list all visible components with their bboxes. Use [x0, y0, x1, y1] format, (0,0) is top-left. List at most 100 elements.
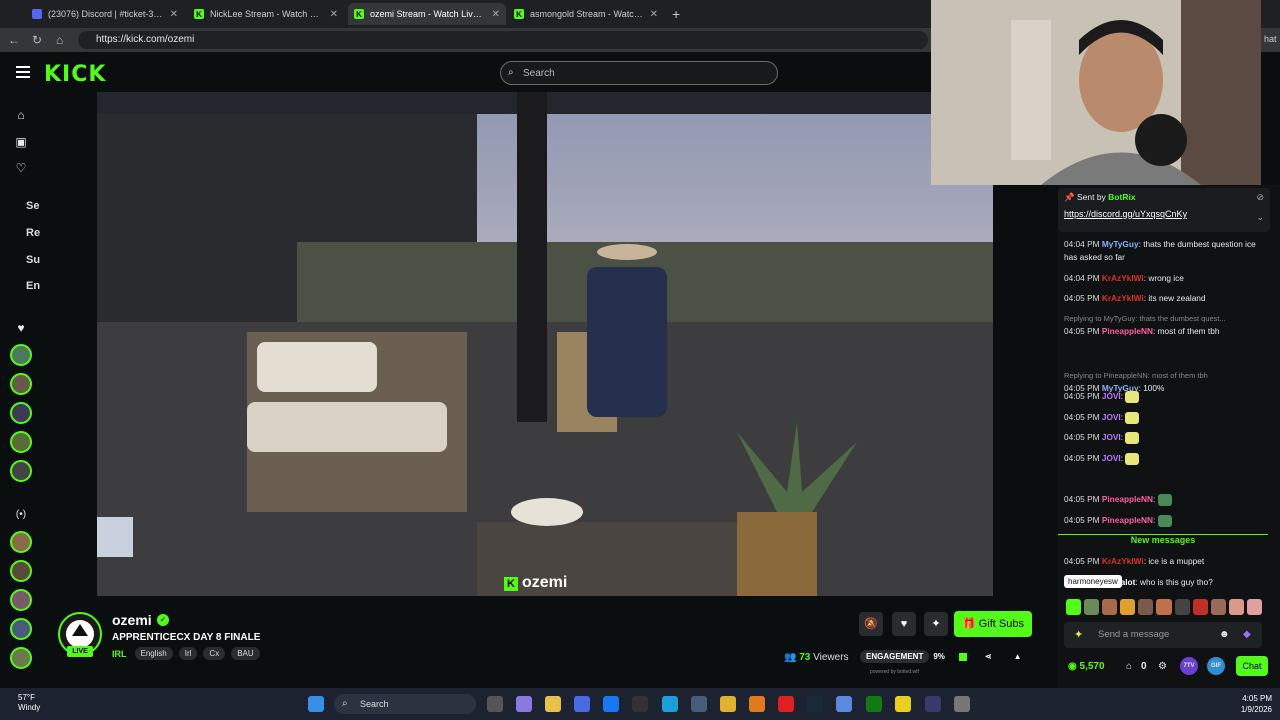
home-icon[interactable]: ⌂	[14, 108, 28, 122]
back-icon[interactable]: ←	[8, 33, 20, 47]
gif-button[interactable]: GIF	[1207, 657, 1225, 675]
facebook-icon[interactable]	[603, 696, 619, 712]
url-field[interactable]: https://kick.com/ozemi	[78, 31, 928, 49]
chat-emote-icon[interactable]	[1157, 493, 1172, 506]
chat-emote-icon[interactable]	[1125, 390, 1140, 403]
emote-icon[interactable]	[1246, 599, 1263, 615]
followed-channel-avatar[interactable]	[10, 402, 32, 424]
close-tab-icon[interactable]: ✕	[492, 9, 500, 20]
emoji-icon[interactable]: ☻	[1219, 629, 1230, 640]
xbox-icon[interactable]	[866, 696, 882, 712]
tab-asmongold[interactable]: K asmongold Stream - Watch Li ✕	[508, 3, 664, 25]
edge-icon[interactable]	[662, 696, 678, 712]
menu-icon[interactable]	[16, 66, 30, 81]
channel-points[interactable]: ◉ 5,570	[1068, 661, 1105, 672]
report-icon[interactable]: ▲	[1014, 652, 1022, 661]
tag[interactable]: Cx	[203, 647, 226, 660]
message-username[interactable]: KrAzYkIWi	[1102, 273, 1144, 283]
emote-icon[interactable]	[1138, 599, 1154, 615]
chat-send-button[interactable]: Chat	[1236, 656, 1268, 676]
close-tab-icon[interactable]: ✕	[330, 9, 338, 20]
emote-icon[interactable]	[1228, 599, 1244, 615]
pinned-link[interactable]: https://discord.gg/uYxqsqCnKy	[1064, 209, 1187, 219]
chat-emote-icon[interactable]	[1125, 411, 1140, 424]
reload-icon[interactable]: ↻	[32, 33, 42, 47]
obs-icon[interactable]	[925, 696, 941, 712]
amazon-icon[interactable]	[632, 696, 648, 712]
message-username[interactable]: KrAzYkIWi	[1102, 556, 1144, 566]
chat-emote-icon[interactable]	[1125, 431, 1140, 444]
chevron-down-icon[interactable]: ⌄	[1256, 212, 1264, 223]
tab-discord[interactable]: (23076) Discord | #ticket-3955 | K ✕	[26, 3, 184, 25]
message-username[interactable]: JOVI	[1102, 412, 1121, 422]
new-messages-divider[interactable]: New messages	[1058, 534, 1268, 547]
emote-icon[interactable]	[1084, 599, 1100, 615]
emote-icon[interactable]	[1156, 599, 1172, 615]
sidebar-item-label[interactable]: Re	[26, 227, 40, 239]
followed-channel-avatar[interactable]	[10, 373, 32, 395]
emote-icon[interactable]	[1210, 599, 1226, 615]
tag[interactable]: BAU	[231, 647, 260, 660]
settings-gear-icon[interactable]: ⚙	[1158, 661, 1167, 672]
followed-channel-avatar[interactable]	[10, 431, 32, 453]
new-tab-button[interactable]: +	[672, 6, 680, 22]
recommended-channel-avatar[interactable]	[10, 531, 32, 553]
vlc-icon[interactable]	[749, 696, 765, 712]
notifications-off-button[interactable]: 🔕	[859, 612, 883, 636]
clip-button[interactable]: ✦	[924, 612, 948, 636]
kick-logo[interactable]: KICK	[44, 62, 106, 87]
recommended-channel-avatar[interactable]	[10, 647, 32, 669]
chrome-icon[interactable]	[720, 696, 736, 712]
browse-icon[interactable]: ▣	[14, 135, 28, 149]
windows-start-icon[interactable]	[308, 696, 324, 712]
sidebar-item-label[interactable]: En	[26, 280, 40, 292]
message-username[interactable]: JOVI	[1102, 453, 1121, 463]
hide-pin-icon[interactable]: ⊘	[1256, 192, 1264, 203]
weather-widget[interactable]: 57°F Windy	[18, 693, 40, 713]
emote-icon[interactable]	[1120, 599, 1136, 615]
notes-icon[interactable]	[895, 696, 911, 712]
recommended-channel-avatar[interactable]	[10, 618, 32, 640]
message-username[interactable]: JOVI	[1102, 391, 1121, 401]
taskbar-clock[interactable]: 4:05 PM 1/9/2026	[1228, 693, 1272, 715]
calculator-icon[interactable]	[691, 696, 707, 712]
task-view-icon[interactable]	[487, 696, 503, 712]
share-icon[interactable]: ⋖	[985, 652, 992, 661]
taskbar-search[interactable]: Search	[334, 694, 476, 714]
message-username[interactable]: PineappleNN	[1102, 326, 1153, 336]
category-link[interactable]: IRL	[112, 649, 127, 659]
7tv-button[interactable]: 7TV	[1180, 657, 1198, 675]
followed-channel-avatar[interactable]	[10, 460, 32, 482]
app-icon[interactable]	[836, 696, 852, 712]
chat-emote-icon[interactable]	[1157, 514, 1172, 527]
tag[interactable]: Irl	[178, 647, 198, 660]
chat-emote-icon[interactable]	[1125, 452, 1140, 465]
emote-icon[interactable]	[1102, 599, 1118, 615]
steam-icon[interactable]	[807, 696, 823, 712]
message-username[interactable]: PineappleNN	[1102, 515, 1153, 525]
tab-ozemi[interactable]: K ozemi Stream - Watch Live on ✕	[348, 3, 506, 25]
recommended-channel-avatar[interactable]	[10, 589, 32, 611]
tag[interactable]: English	[134, 647, 173, 660]
tab-nicklee[interactable]: K NickLee Stream - Watch Live o ✕	[188, 3, 344, 25]
emote-icon[interactable]	[1174, 599, 1190, 615]
pinned-user[interactable]: BotRix	[1108, 192, 1135, 202]
reply-context[interactable]: Replying to PineappleNN: most of them tb…	[1064, 369, 1264, 382]
search-input[interactable]: Search	[500, 61, 778, 85]
close-tab-icon[interactable]: ✕	[170, 9, 178, 20]
message-username[interactable]: MyTyGuy	[1102, 239, 1139, 249]
youtube-icon[interactable]	[778, 696, 794, 712]
file-explorer-icon[interactable]	[545, 696, 561, 712]
emote-icon[interactable]	[1192, 599, 1208, 615]
settings-icon[interactable]	[954, 696, 970, 712]
home-icon[interactable]: ⌂	[56, 33, 63, 47]
gift-box-icon[interactable]: ⌂	[1126, 661, 1132, 672]
following-heart-icon[interactable]: ♡	[14, 161, 28, 175]
sidebar-item-label[interactable]: Se	[26, 200, 39, 212]
power-up-icon[interactable]: ◆	[1243, 629, 1251, 640]
store-icon[interactable]	[574, 696, 590, 712]
channel-name[interactable]: ozemi	[112, 612, 152, 628]
chat-input[interactable]: Send a message	[1064, 622, 1262, 648]
gift-subs-button[interactable]: 🎁 Gift Subs	[954, 611, 1032, 637]
close-tab-icon[interactable]: ✕	[650, 9, 658, 20]
